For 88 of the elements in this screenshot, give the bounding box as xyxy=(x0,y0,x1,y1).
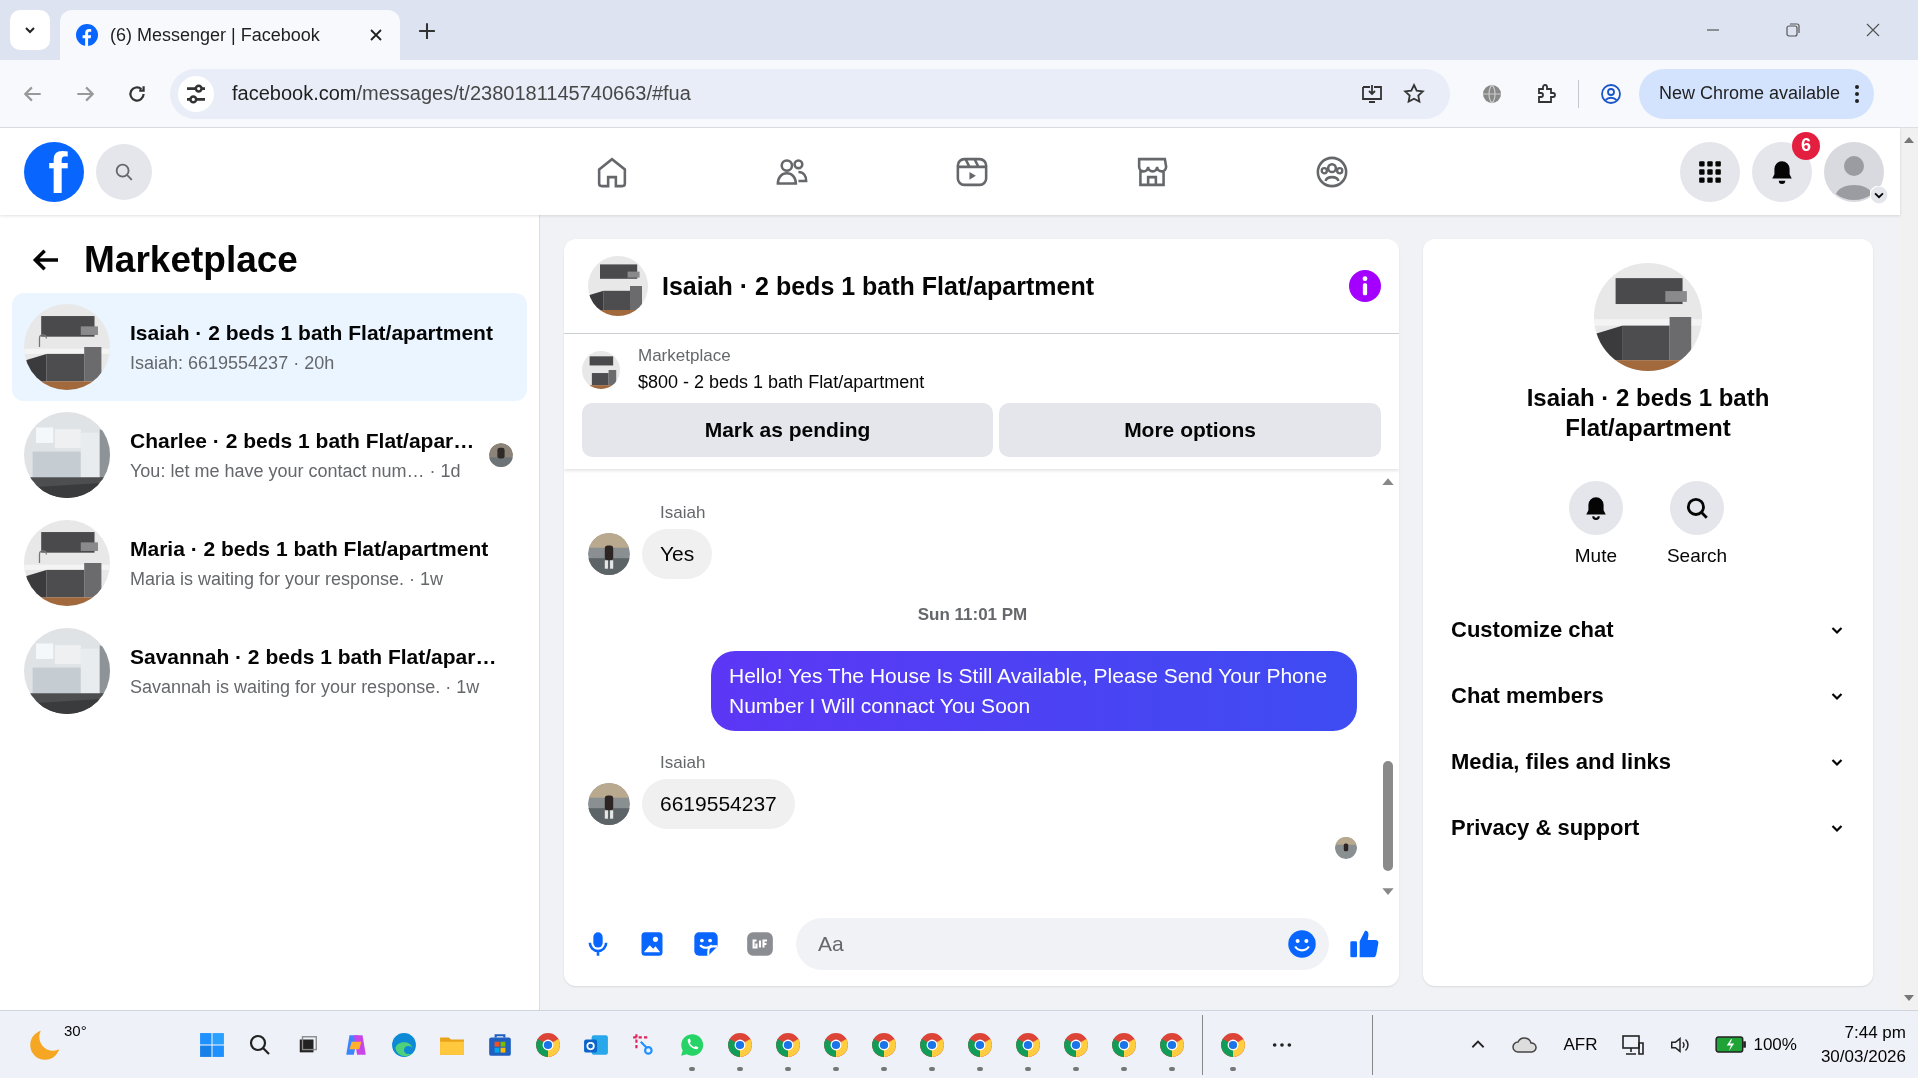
message-input[interactable]: Aa xyxy=(796,918,1329,970)
tab-title: (6) Messenger | Facebook xyxy=(110,24,321,46)
cloud-icon[interactable] xyxy=(1511,1035,1540,1054)
network-icon[interactable] xyxy=(1621,1032,1646,1057)
action-button[interactable]: Mark as pending xyxy=(582,403,994,457)
scrollbar-thumb[interactable] xyxy=(1383,761,1393,871)
browser-icon[interactable] xyxy=(775,1031,801,1058)
conversation-title: Maria · 2 beds 1 bath Flat/apartment xyxy=(130,536,490,561)
browser-icon[interactable] xyxy=(967,1031,993,1058)
clock-date[interactable]: 30/03/2026 xyxy=(1820,1046,1906,1067)
info-icon[interactable] xyxy=(1349,270,1381,302)
sticker-icon[interactable] xyxy=(692,930,720,958)
new-tab-icon[interactable] xyxy=(418,22,436,40)
browser-icon[interactable] xyxy=(1220,1031,1246,1058)
language-indicator[interactable]: AFR xyxy=(1563,1034,1598,1055)
bell-icon xyxy=(1769,158,1795,185)
message-timestamp: Sun 11:01 PM xyxy=(917,605,1028,625)
facebook-logo[interactable]: f xyxy=(24,141,84,202)
action-label: Search xyxy=(1666,545,1728,567)
scroll-down-icon[interactable] xyxy=(1381,887,1395,896)
caret-icon[interactable] xyxy=(1870,185,1888,204)
thumbs-up-icon[interactable] xyxy=(1349,928,1381,960)
notification-badge: 6 xyxy=(1792,131,1820,160)
address-bar[interactable]: facebook.com/messages/t/2380181145740663/#fua xyxy=(170,68,1450,119)
site-settings-icon[interactable] xyxy=(178,75,214,112)
restore-icon[interactable] xyxy=(1785,22,1801,38)
battery-percentage: 100% xyxy=(1753,1034,1797,1055)
close-icon[interactable] xyxy=(368,27,384,43)
scroll-down-icon[interactable] xyxy=(1903,994,1915,1002)
search-icon xyxy=(1684,495,1710,521)
conversation-title: Isaiah · 2 beds 1 bath Flat/apartment xyxy=(130,320,494,345)
chat-title: Isaiah · 2 beds 1 bath Flat/apartment xyxy=(662,271,1096,301)
contact-name: Isaiah · 2 beds 1 bath Flat/apartment xyxy=(1525,383,1771,443)
scroll-up-icon[interactable] xyxy=(1381,477,1395,486)
conversation-item[interactable]: Charlee · 2 beds 1 bath Flat/apar… You: let me have your contact num… · 1d xyxy=(12,401,527,509)
conversation-item[interactable]: Maria · 2 beds 1 bath Flat/apartment Maria is waiting for your response. · 1w xyxy=(12,509,527,617)
conversation-title: Savannah · 2 beds 1 bath Flat/apar… xyxy=(130,644,498,669)
browser-icon[interactable] xyxy=(1159,1031,1185,1058)
section-header[interactable]: Privacy & support xyxy=(1447,795,1849,861)
sender-name: Isaiah xyxy=(660,503,707,523)
listing-label: Marketplace xyxy=(638,346,732,366)
browser-icon[interactable] xyxy=(823,1031,849,1058)
profile-icon[interactable] xyxy=(1599,81,1623,106)
more-icon[interactable] xyxy=(1271,1040,1293,1049)
battery-icon[interactable] xyxy=(1715,1036,1748,1053)
action-label: Mute xyxy=(1574,545,1617,567)
section-header[interactable]: Customize chat xyxy=(1447,597,1849,663)
search-icon[interactable] xyxy=(248,1032,272,1057)
url-text: facebook.com/messages/t/2380181145740663/#fua xyxy=(232,82,691,105)
update-button[interactable]: New Chrome available xyxy=(1639,68,1875,119)
start-icon[interactable] xyxy=(199,1031,225,1058)
conversation-item[interactable]: Isaiah · 2 beds 1 bath Flat/apartment Isaiah: 6619554237 · 20h xyxy=(12,293,527,401)
sent-message: Hello! Yes The House Is Still Available, Please Send Your Phone Number I Will connact You Soon xyxy=(711,651,1357,731)
browser-icon[interactable] xyxy=(919,1031,945,1058)
temperature: 30° xyxy=(64,1021,87,1039)
mute-button[interactable] xyxy=(1568,481,1623,535)
browser-icon[interactable] xyxy=(871,1031,897,1058)
grid-icon xyxy=(1697,158,1723,185)
browser-icon[interactable] xyxy=(535,1031,561,1058)
browser-icon[interactable] xyxy=(1111,1031,1137,1058)
action-button[interactable]: More options xyxy=(999,403,1381,457)
sender-name: Isaiah xyxy=(660,753,707,773)
scrollbar[interactable] xyxy=(1900,128,1918,1010)
message-preview: Savannah is waiting for your response. · 1w xyxy=(130,676,481,698)
browser-icon[interactable] xyxy=(1015,1031,1041,1058)
panel-title: Marketplace xyxy=(84,239,298,281)
emoji-icon[interactable] xyxy=(1287,929,1317,959)
edge-icon[interactable] xyxy=(391,1031,417,1058)
browser-icon[interactable] xyxy=(1063,1031,1089,1058)
clock-time[interactable]: 7:44 pm xyxy=(1844,1022,1906,1043)
message-preview: Maria is waiting for your response. · 1w xyxy=(130,568,445,590)
browser-icon[interactable] xyxy=(727,1031,753,1058)
message-preview: Isaiah: 6619554237 · 20h xyxy=(130,352,336,374)
search-button[interactable] xyxy=(1670,481,1724,535)
received-message: Yes xyxy=(642,529,713,579)
section-header[interactable]: Media, files and links xyxy=(1447,729,1849,795)
facebook-icon xyxy=(76,24,98,46)
browser-tab[interactable]: (6) Messenger | Facebook xyxy=(60,10,400,60)
gif-icon[interactable] xyxy=(746,930,774,958)
star-icon[interactable] xyxy=(1402,81,1426,106)
received-message: 6619554237 xyxy=(642,779,795,829)
listing-title[interactable]: $800 - 2 beds 1 bath Flat/apartment xyxy=(638,372,925,393)
message-preview: You: let me have your contact num… · 1d xyxy=(130,460,462,482)
scroll-up-icon[interactable] xyxy=(1903,136,1915,144)
kebab-icon xyxy=(1854,83,1861,104)
conversation-item[interactable]: Savannah · 2 beds 1 bath Flat/apar… Savannah is waiting for your response. · 1w xyxy=(12,617,527,725)
section-header[interactable]: Chat members xyxy=(1447,663,1849,729)
store-icon[interactable] xyxy=(487,1031,513,1058)
